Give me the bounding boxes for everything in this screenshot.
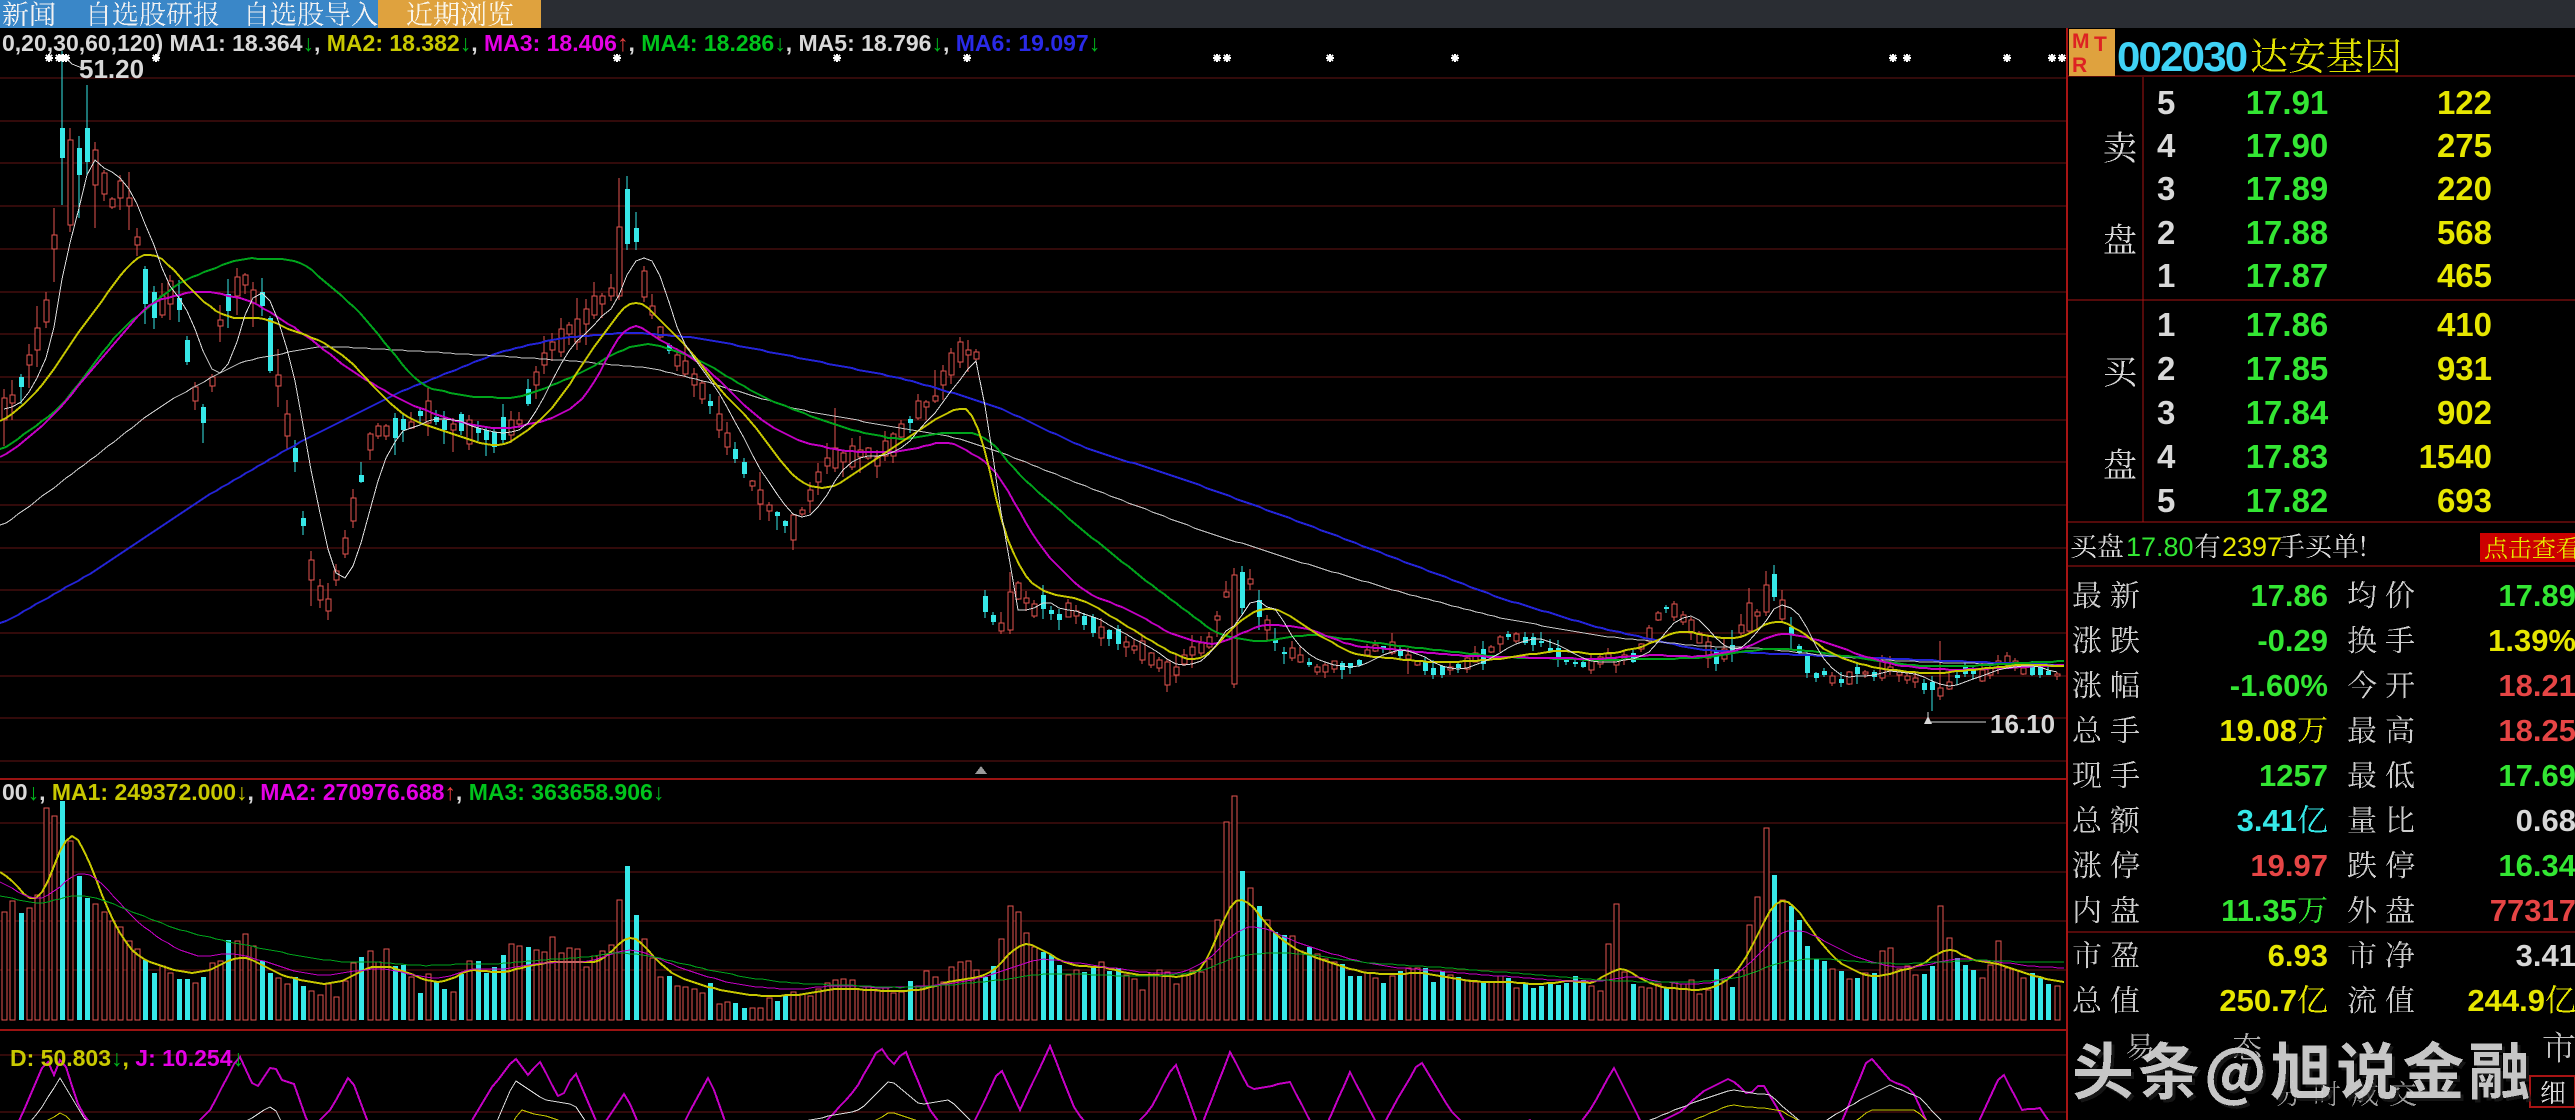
- svg-text:0.68: 0.68: [2516, 803, 2575, 838]
- svg-text:D: 50.803↓, J: 10.254↓: D: 50.803↓, J: 10.254↓: [10, 1045, 244, 1071]
- svg-text:220: 220: [2437, 170, 2492, 207]
- svg-text:17.82: 17.82: [2246, 482, 2329, 519]
- svg-text:77317: 77317: [2490, 893, 2575, 928]
- svg-text:17.86: 17.86: [2250, 578, 2328, 613]
- svg-text:3: 3: [2157, 394, 2175, 431]
- svg-text:18.21: 18.21: [2498, 668, 2575, 703]
- svg-text:17.80: 17.80: [2126, 532, 2194, 562]
- svg-text:1.39%: 1.39%: [2488, 623, 2575, 658]
- svg-text:R: R: [2072, 54, 2087, 77]
- svg-text:3.41: 3.41: [2516, 938, 2575, 973]
- svg-text:410: 410: [2437, 306, 2492, 343]
- svg-text:465: 465: [2437, 257, 2492, 294]
- svg-text:17.69: 17.69: [2498, 758, 2575, 793]
- svg-text:17.87: 17.87: [2246, 257, 2329, 294]
- svg-text:51.20: 51.20: [79, 54, 144, 84]
- svg-text:6.93: 6.93: [2268, 938, 2328, 973]
- svg-text:902: 902: [2437, 394, 2492, 431]
- svg-text:4: 4: [2157, 127, 2176, 164]
- svg-text:17.90: 17.90: [2246, 127, 2329, 164]
- svg-text:19.08: 19.08: [2219, 713, 2297, 748]
- svg-text:-1.60%: -1.60%: [2230, 668, 2328, 703]
- svg-text:11.35: 11.35: [2221, 893, 2297, 928]
- svg-text:1: 1: [2157, 306, 2175, 343]
- svg-text:17.89: 17.89: [2246, 170, 2329, 207]
- svg-text:17.83: 17.83: [2246, 438, 2329, 475]
- svg-text:17.91: 17.91: [2246, 84, 2329, 121]
- svg-text:00↓, MA1: 249372.000↓, MA2: 27: 00↓, MA1: 249372.000↓, MA2: 270976.688↑,…: [2, 779, 664, 805]
- svg-text:16.34: 16.34: [2498, 848, 2575, 883]
- svg-text:19.97: 19.97: [2250, 848, 2328, 883]
- svg-text:3: 3: [2157, 170, 2175, 207]
- svg-text:17.84: 17.84: [2246, 394, 2329, 431]
- svg-text:1: 1: [2157, 257, 2175, 294]
- svg-text:122: 122: [2437, 84, 2492, 121]
- svg-text:16.10: 16.10: [1990, 709, 2055, 739]
- svg-text:17.89: 17.89: [2498, 578, 2575, 613]
- svg-text:250.7: 250.7: [2219, 983, 2297, 1018]
- svg-text:1540: 1540: [2419, 438, 2492, 475]
- svg-text:244.9: 244.9: [2467, 983, 2545, 1018]
- svg-text:568: 568: [2437, 214, 2492, 251]
- svg-text:5: 5: [2157, 84, 2175, 121]
- svg-text:3.41: 3.41: [2237, 803, 2297, 838]
- svg-text:18.25: 18.25: [2498, 713, 2575, 748]
- svg-text:693: 693: [2437, 482, 2492, 519]
- svg-text:931: 931: [2437, 350, 2492, 387]
- svg-text:2: 2: [2157, 350, 2175, 387]
- svg-text:-0.29: -0.29: [2257, 623, 2328, 658]
- svg-text:M: M: [2072, 30, 2090, 53]
- svg-text:2: 2: [2157, 214, 2175, 251]
- svg-text:4: 4: [2157, 438, 2176, 475]
- svg-text:5: 5: [2157, 482, 2175, 519]
- svg-text:002030: 002030: [2117, 33, 2247, 80]
- svg-text:275: 275: [2437, 127, 2492, 164]
- svg-text:17.86: 17.86: [2246, 306, 2329, 343]
- svg-text:T: T: [2094, 33, 2107, 56]
- svg-text:17.85: 17.85: [2246, 350, 2329, 387]
- svg-text:2397: 2397: [2222, 532, 2282, 562]
- svg-text:17.88: 17.88: [2246, 214, 2329, 251]
- svg-text:0,20,30,60,120) MA1: 18.364↓,: 0,20,30,60,120) MA1: 18.364↓, MA2: 18.38…: [2, 30, 1100, 56]
- svg-text:1257: 1257: [2259, 758, 2328, 793]
